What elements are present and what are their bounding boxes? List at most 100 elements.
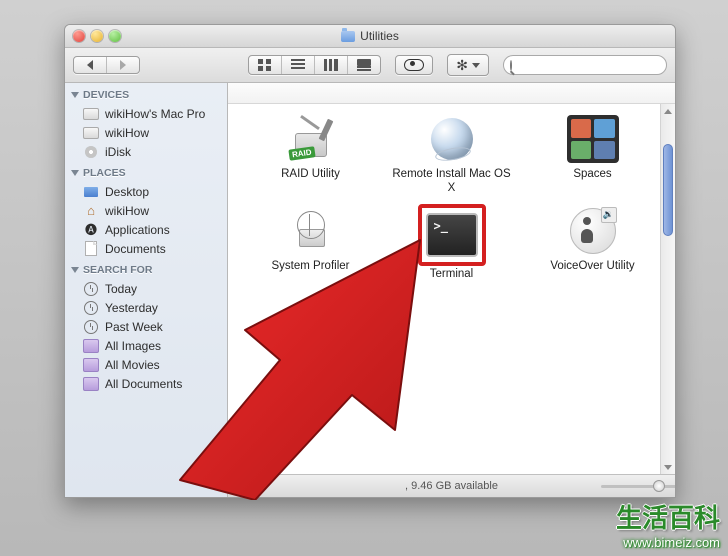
window-title-text: Utilities [360, 29, 399, 43]
globe-icon [424, 114, 480, 164]
sidebar-item[interactable]: Past Week [65, 317, 227, 336]
file-item[interactable]: System Profiler [244, 206, 377, 282]
window-controls [73, 30, 121, 42]
smart-icon [83, 377, 99, 391]
disclosure-triangle-icon [71, 170, 79, 176]
search-input[interactable] [503, 55, 667, 75]
sidebar-item[interactable]: Yesterday [65, 298, 227, 317]
file-item-label: RAID Utility [281, 168, 340, 182]
spaces-icon [565, 114, 621, 164]
view-mode-buttons [248, 55, 381, 75]
list-view-button[interactable] [282, 56, 315, 74]
disc-icon [83, 145, 99, 159]
nav-buttons [73, 56, 140, 74]
watermark: 生活百科 www.bimeiz.com [616, 498, 720, 550]
file-item[interactable]: 🔉VoiceOver Utility [526, 206, 659, 282]
scroll-up-button[interactable] [661, 104, 675, 118]
smart-icon [83, 358, 99, 372]
file-item[interactable]: Terminal [385, 206, 518, 282]
status-text: , 9.46 GB available [405, 480, 498, 492]
file-item-label: VoiceOver Utility [550, 260, 634, 274]
sidebar-section-label: SEARCH FOR [83, 264, 152, 276]
back-button[interactable] [74, 57, 107, 73]
quicklook-button[interactable] [395, 55, 433, 75]
icon-area[interactable]: RAIDRAID UtilityRemote Install Mac OS XS… [228, 104, 675, 474]
action-menu-button[interactable]: ✻ [447, 54, 489, 76]
watermark-text: 生活百科 [616, 498, 720, 535]
scroll-thumb[interactable] [663, 144, 673, 236]
clock-icon [83, 301, 99, 315]
icon-view-button[interactable] [249, 56, 282, 74]
window-title: Utilities [65, 29, 675, 43]
profiler-icon [283, 206, 339, 256]
titlebar[interactable]: Utilities [65, 25, 675, 48]
finder-window: Utilities ✻ DEVICESwikiHow's Mac Pr [64, 24, 676, 498]
close-button[interactable] [73, 30, 85, 42]
sidebar-item[interactable]: iDisk [65, 142, 227, 161]
raid-icon: RAID [283, 114, 339, 164]
file-item[interactable]: Remote Install Mac OS X [385, 114, 518, 196]
sidebar-item-label: wikiHow [105, 204, 149, 218]
sidebar-item-label: Past Week [105, 320, 163, 334]
search-icon [510, 60, 512, 71]
sidebar-item-label: All Images [105, 339, 161, 353]
sidebar-item-label: All Documents [105, 377, 182, 391]
file-item[interactable]: Spaces [526, 114, 659, 196]
minimize-button[interactable] [91, 30, 103, 42]
file-item-label: Terminal [430, 268, 473, 282]
forward-button[interactable] [107, 57, 139, 73]
coverflow-view-button[interactable] [348, 56, 380, 74]
sidebar-item[interactable]: All Images [65, 336, 227, 355]
file-item-label: Spaces [573, 168, 611, 182]
sidebar-item[interactable]: ⌂ wikiHow [65, 201, 227, 220]
sidebar-item[interactable]: Documents [65, 239, 227, 258]
scroll-down-button[interactable] [661, 460, 675, 474]
sidebar-item[interactable]: 🅐 Applications [65, 220, 227, 239]
sidebar-item[interactable]: All Movies [65, 355, 227, 374]
icon-size-slider[interactable] [601, 483, 665, 489]
sidebar-item[interactable]: All Documents [65, 374, 227, 393]
drive-icon [83, 107, 99, 121]
sidebar-item-label: All Movies [105, 358, 160, 372]
disclosure-triangle-icon [71, 92, 79, 98]
sidebar-item-label: wikiHow [105, 126, 149, 140]
disclosure-triangle-icon [71, 267, 79, 273]
chevron-down-icon [472, 63, 480, 68]
file-item[interactable]: RAID RAID Utility [244, 114, 377, 196]
home-icon: ⌂ [83, 204, 99, 218]
sidebar-item-label: Yesterday [105, 301, 158, 315]
desktop-icon [83, 185, 99, 199]
column-view-icon [324, 59, 338, 71]
eye-icon [404, 59, 424, 71]
vertical-scrollbar[interactable] [660, 104, 675, 474]
sidebar-section-header[interactable]: SEARCH FOR [65, 258, 227, 279]
watermark-url: www.bimeiz.com [616, 535, 720, 550]
status-bar: , 9.46 GB available [228, 474, 675, 497]
sidebar-section-header[interactable]: PLACES [65, 161, 227, 182]
zoom-button[interactable] [109, 30, 121, 42]
app-icon: 🅐 [83, 223, 99, 237]
sidebar-item[interactable]: Today [65, 279, 227, 298]
terminal-icon [420, 206, 484, 264]
clock-icon [83, 320, 99, 334]
sidebar-item-label: iDisk [105, 145, 131, 159]
smart-icon [83, 339, 99, 353]
coverflow-view-icon [357, 59, 371, 71]
sidebar-item-label: Desktop [105, 185, 149, 199]
column-view-button[interactable] [315, 56, 348, 74]
sidebar-item-label: Documents [105, 242, 166, 256]
clock-icon [83, 282, 99, 296]
sidebar-item[interactable]: wikiHow [65, 123, 227, 142]
list-view-icon [291, 59, 305, 71]
sidebar-item[interactable]: Desktop [65, 182, 227, 201]
toolbar: ✻ [65, 48, 675, 83]
search-field[interactable] [516, 58, 662, 72]
sidebar-section-header[interactable]: DEVICES [65, 83, 227, 104]
icon-view-icon [258, 59, 272, 71]
content-pane: RAIDRAID UtilityRemote Install Mac OS XS… [228, 83, 675, 497]
sidebar-section-label: DEVICES [83, 89, 129, 101]
sidebar-item-label: Applications [105, 223, 170, 237]
sidebar-item[interactable]: wikiHow's Mac Pro [65, 104, 227, 123]
sidebar-item-label: Today [105, 282, 137, 296]
doc-icon [83, 242, 99, 256]
